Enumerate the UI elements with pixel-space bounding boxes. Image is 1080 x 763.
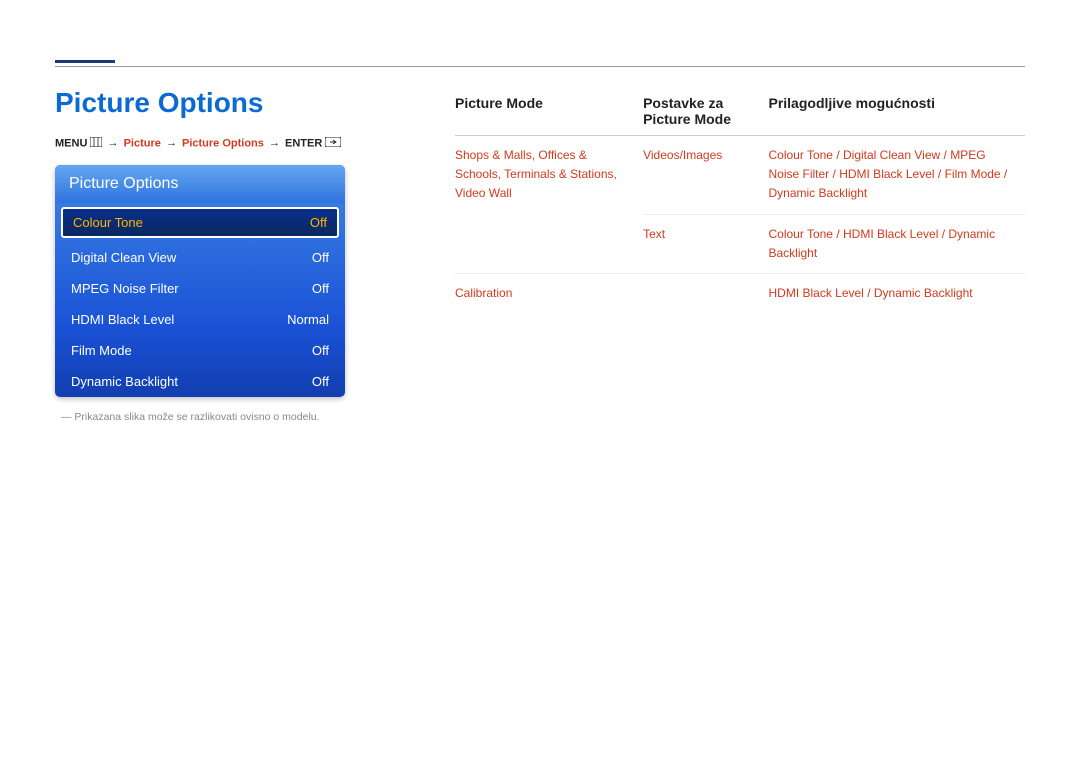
opt-part: HDMI Black Level (839, 167, 934, 181)
menu-row-label: Colour Tone (73, 215, 143, 230)
bc-arrow-2: → (166, 137, 177, 149)
left-column: Picture Options MENU → Picture → Picture… (55, 87, 420, 423)
bc-arrow-1: → (108, 137, 119, 149)
menu-row-value: Off (312, 250, 329, 265)
menu-row-mpeg-noise-filter[interactable]: MPEG Noise Filter Off (55, 273, 345, 304)
opt-part: Digital Clean View (843, 148, 940, 162)
menu-row-value: Off (312, 343, 329, 358)
footnote: Prikazana slika može se razlikovati ovis… (61, 411, 420, 423)
menu-row-label: MPEG Noise Filter (71, 281, 179, 296)
breadcrumb: MENU → Picture → Picture Options → ENTER (55, 137, 420, 150)
pm-part: Calibration (455, 286, 512, 300)
header-rule-short (55, 60, 115, 63)
pm-part: Video Wall (455, 186, 512, 200)
cell-picture-mode: Calibration (455, 273, 643, 313)
bc-arrow-3: → (269, 137, 280, 149)
cell-postavke (643, 273, 768, 313)
cell-options: Colour Tone / HDMI Black Level / Dynamic… (768, 214, 1025, 273)
menu-row-film-mode[interactable]: Film Mode Off (55, 335, 345, 366)
menu-row-label: Dynamic Backlight (71, 374, 178, 389)
opt-part: Dynamic Backlight (768, 186, 867, 200)
cell-options: Colour Tone / Digital Clean View / MPEG … (768, 136, 1025, 215)
pm-part: Terminals & Stations (504, 167, 613, 181)
osd-menu-panel: Picture Options Colour Tone Off Digital … (55, 165, 345, 397)
cell-options: HDMI Black Level / Dynamic Backlight (768, 273, 1025, 313)
opt-part: HDMI Black Level (843, 227, 938, 241)
page-title: Picture Options (55, 87, 420, 119)
table-row: Calibration HDMI Black Level / Dynamic B… (455, 273, 1025, 313)
bc-menu: MENU (55, 137, 87, 149)
bc-enter: ENTER (285, 137, 322, 149)
header-rule-long (55, 66, 1025, 67)
table-row: Shops & Malls, Offices & Schools, Termin… (455, 136, 1025, 215)
menu-grid-icon (90, 137, 102, 150)
menu-row-digital-clean-view[interactable]: Digital Clean View Off (55, 242, 345, 273)
menu-row-value: Off (312, 281, 329, 296)
menu-row-dynamic-backlight[interactable]: Dynamic Backlight Off (55, 366, 345, 397)
main-columns: Picture Options MENU → Picture → Picture… (55, 87, 1025, 423)
bc-picture: Picture (124, 137, 161, 149)
menu-row-label: HDMI Black Level (71, 312, 174, 327)
right-column: Picture Mode Postavke za Picture Mode Pr… (455, 87, 1025, 423)
options-table: Picture Mode Postavke za Picture Mode Pr… (455, 95, 1025, 313)
pm-part: Shops & Malls (455, 148, 532, 162)
opt-part: Film Mode (945, 167, 1001, 181)
th-postavke: Postavke za Picture Mode (643, 95, 768, 136)
bc-picture-options: Picture Options (182, 137, 264, 149)
enter-icon (325, 137, 341, 150)
th-picture-mode: Picture Mode (455, 95, 643, 136)
postavke-text: Text (643, 227, 665, 241)
menu-row-hdmi-black-level[interactable]: HDMI Black Level Normal (55, 304, 345, 335)
th-prilag: Prilagodljive mogućnosti (768, 95, 1025, 136)
opt-part: HDMI Black Level (768, 286, 863, 300)
opt-part: Dynamic Backlight (874, 286, 973, 300)
opt-part: Colour Tone (768, 148, 833, 162)
cell-picture-mode: Shops & Malls, Offices & Schools, Termin… (455, 136, 643, 274)
cell-postavke: Text (643, 214, 768, 273)
menu-row-value: Off (312, 374, 329, 389)
postavke-text: Videos/Images (643, 148, 722, 162)
menu-row-value: Normal (287, 312, 329, 327)
cell-postavke: Videos/Images (643, 136, 768, 215)
osd-menu-header: Picture Options (55, 165, 345, 203)
menu-row-label: Digital Clean View (71, 250, 176, 265)
opt-part: Colour Tone (768, 227, 833, 241)
menu-row-label: Film Mode (71, 343, 132, 358)
menu-row-colour-tone[interactable]: Colour Tone Off (61, 207, 339, 238)
menu-row-value: Off (310, 215, 327, 230)
